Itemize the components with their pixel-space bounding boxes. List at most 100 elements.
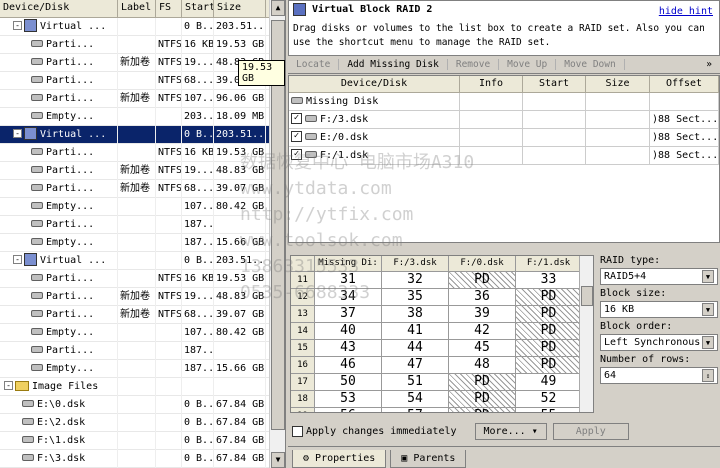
tree-size-cell: 203.51... [214, 125, 266, 144]
chevron-down-icon[interactable]: ▼ [702, 270, 714, 283]
tree-row[interactable]: Parti... 新加卷NTFS68....39.07 GB [0, 305, 285, 324]
tree-row[interactable]: - Virtual ... 0 B...203.51... [0, 251, 285, 270]
raid-type-select[interactable]: RAID5+4 ▼ [600, 268, 718, 285]
more-button[interactable]: More... ▾ [474, 422, 547, 440]
row-checkbox[interactable]: ✓ [291, 149, 302, 160]
tree-row[interactable]: Parti... 新加卷NTFS68....39.07 GB [0, 179, 285, 198]
col-size[interactable]: Size [214, 0, 266, 17]
toolbar-locate-button[interactable]: Locate [288, 59, 340, 70]
tree-fs-cell [156, 233, 182, 252]
disk-icon [31, 76, 43, 83]
raid-col-info[interactable]: Info [460, 76, 523, 92]
collapse-icon[interactable]: - [13, 129, 22, 138]
parents-icon: ▣ [401, 453, 414, 464]
tree-row[interactable]: - Virtual ... 0 B...203.51... [0, 125, 285, 144]
col-label[interactable]: Label [118, 0, 156, 17]
row-checkbox[interactable]: ✓ [291, 113, 302, 124]
raid-name-cell: ✓ E:/0.dsk [289, 128, 460, 147]
col-device[interactable]: Device/Disk [0, 0, 118, 17]
tree-row[interactable]: E:\2.dsk 0 B...67.84 GB [0, 413, 285, 432]
tree-name: Empty... [46, 236, 95, 248]
tree-name: Parti... [46, 344, 95, 356]
tree-row[interactable]: - Virtual ... 0 B...203.51... [0, 17, 285, 36]
collapse-icon[interactable]: - [13, 255, 22, 264]
scroll-up-arrow-icon[interactable]: ▲ [271, 0, 285, 16]
tree-label-cell: 新加卷 [118, 53, 156, 72]
grid-scrollbar[interactable] [579, 256, 593, 412]
stepper-icon[interactable]: ⇕ [702, 369, 714, 382]
block-order-select[interactable]: Left Synchronous ▼ [600, 334, 718, 351]
tree-row[interactable]: Empty... 187...15.66 GB [0, 233, 285, 252]
tree-row[interactable]: Parti... 新加卷NTFS19...48.83 GB [0, 161, 285, 180]
tree-start-cell: 107... [182, 323, 214, 342]
toolbar-remove-button[interactable]: Remove [448, 59, 500, 70]
col-start[interactable]: Start [182, 0, 214, 17]
tree-name-cell: Parti... [0, 305, 118, 324]
scroll-down-arrow-icon[interactable]: ▼ [271, 452, 285, 468]
hide-hint-link[interactable]: hide hint [659, 6, 713, 17]
raid-col-device[interactable]: Device/Disk [289, 76, 460, 92]
tree-row[interactable]: E:\0.dsk 0 B...67.84 GB [0, 395, 285, 414]
tree-size-cell: 39.07 GB [214, 305, 266, 324]
toolbar-add-missing-disk-button[interactable]: Add Missing Disk [339, 59, 448, 70]
tree-fs-cell [156, 377, 182, 396]
grid-cell: PD [516, 323, 582, 339]
tree-name: Virtual ... [40, 128, 107, 140]
raid-col-size[interactable]: Size [586, 76, 650, 92]
block-size-select[interactable]: 16 KB ▼ [600, 301, 718, 318]
tree-row[interactable]: Parti... NTFS 16 KB 19.53 GB [0, 269, 285, 288]
tab-properties[interactable]: ⚙ Properties [292, 450, 387, 468]
chevron-down-icon[interactable]: ▼ [702, 336, 714, 349]
tree-row[interactable]: - Image Files [0, 377, 285, 396]
grid-col-row [291, 256, 315, 271]
grid-cell: PD [449, 408, 516, 412]
chevron-down-icon[interactable]: ▼ [702, 303, 714, 316]
tree-row[interactable]: Parti... 新加卷NTFS19...48.83 GB [0, 287, 285, 306]
toolbar-move-down-button[interactable]: Move Down [556, 59, 625, 70]
raid-col-offset[interactable]: Offset [650, 76, 719, 92]
tree-name-cell: Parti... [0, 161, 118, 180]
grid-row-number: 17 [291, 374, 315, 390]
collapse-icon[interactable]: - [13, 21, 22, 30]
tree-row[interactable]: Empty... 107...80.42 GB [0, 197, 285, 216]
disk-icon [31, 94, 43, 101]
raid-row[interactable]: Missing Disk [289, 92, 719, 111]
tree-row[interactable]: F:\1.dsk 0 B...67.84 GB [0, 431, 285, 450]
toolbar-more-icon[interactable]: » [698, 59, 720, 70]
raid-row[interactable]: ✓ F:/3.dsk)88 Sect... [289, 110, 719, 129]
apply-button[interactable]: Apply [552, 422, 629, 440]
tab-parents[interactable]: ▣ Parents [390, 450, 467, 468]
tree-row[interactable]: Empty... 187...15.66 GB [0, 359, 285, 378]
grid-cell: PD [449, 391, 516, 407]
raid-col-start[interactable]: Start [523, 76, 586, 92]
toolbar-move-up-button[interactable]: Move Up [499, 59, 557, 70]
grid-cell: 32 [382, 272, 449, 288]
tree-row[interactable]: Parti... 新加卷NTFS107...96.06 GB [0, 89, 285, 108]
tree-start-cell: 68.... [182, 179, 214, 198]
tree-row[interactable]: Parti... NTFS 16 KB 19.53 GB [0, 143, 285, 162]
row-checkbox[interactable]: ✓ [291, 131, 302, 142]
apply-immediately-checkbox[interactable] [292, 425, 303, 437]
raid-row[interactable]: ✓ F:/1.dsk)88 Sect... [289, 146, 719, 165]
tree-name-cell: Parti... [0, 179, 118, 198]
rows-stepper[interactable]: 64 ⇕ [600, 367, 718, 384]
raid-type-value: RAID5+4 [604, 271, 647, 282]
raid-disk-list[interactable]: Device/Disk Info Start Size Offset Missi… [288, 75, 720, 243]
disk-icon [31, 238, 43, 245]
tree-fs-cell [156, 215, 182, 234]
raid-name: F:/1.dsk [320, 149, 369, 161]
tree-row[interactable]: Parti... 187... [0, 341, 285, 360]
block-grid[interactable]: Missing Di: F:/3.dsk F:/0.dsk F:/1.dsk 1… [290, 255, 594, 413]
collapse-icon[interactable]: - [4, 381, 13, 390]
tree-row[interactable]: Empty... 107...80.42 GB [0, 323, 285, 342]
tree-row[interactable]: Parti... NTFS 16 KB 19.53 GB [0, 35, 285, 54]
tree-fs-cell: NTFS [156, 71, 182, 90]
raid-row[interactable]: ✓ E:/0.dsk)88 Sect... [289, 128, 719, 147]
col-fs[interactable]: FS [156, 0, 182, 17]
tree-start-cell: 187... [182, 341, 214, 360]
grid-scroll-thumb[interactable] [581, 286, 593, 306]
tree-row[interactable]: Empty... 203...18.09 MB [0, 107, 285, 126]
tree-row[interactable]: Parti... 187... [0, 215, 285, 234]
rows-label: Number of rows: [600, 354, 691, 365]
tree-row[interactable]: F:\3.dsk 0 B...67.84 GB [0, 449, 285, 468]
